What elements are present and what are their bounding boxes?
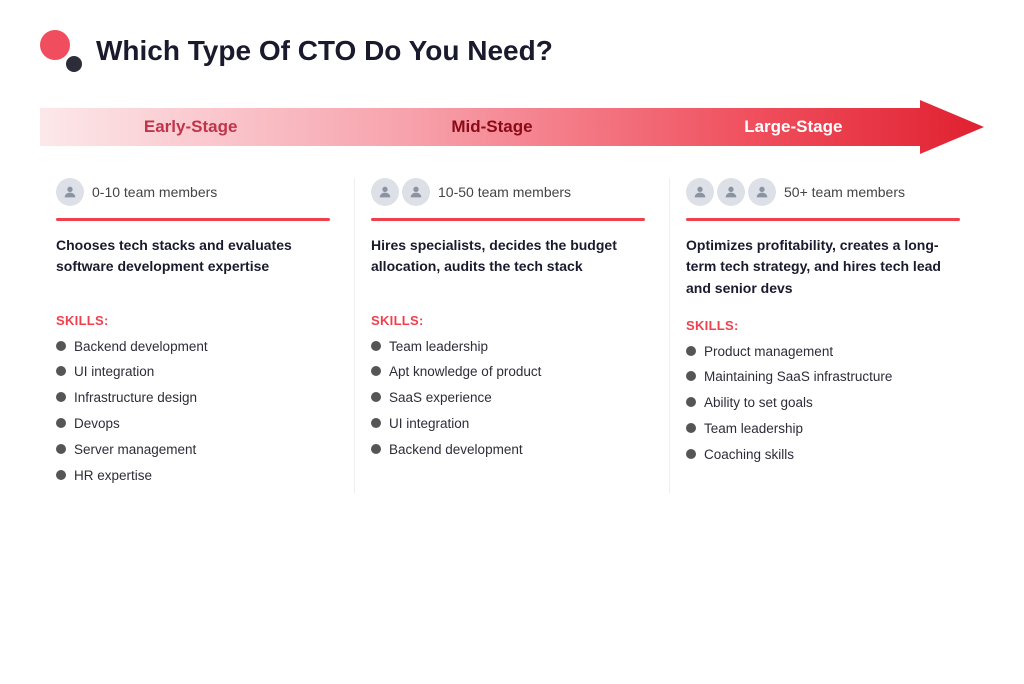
column-mid: 10-50 team members Hires specialists, de… <box>355 178 670 493</box>
stage-label-mid: Mid-Stage <box>451 117 532 136</box>
person-icon-3 <box>748 178 776 206</box>
page-header: Which Type Of CTO Do You Need? <box>40 30 984 72</box>
skill-list-mid: Team leadership Apt knowledge of product… <box>371 338 645 460</box>
skill-item: Ability to set goals <box>686 394 960 413</box>
person-icon-2 <box>717 178 745 206</box>
columns-container: 0-10 team members Chooses tech stacks an… <box>40 178 984 493</box>
skill-item: Infrastructure design <box>56 389 330 408</box>
skill-item: UI integration <box>56 363 330 382</box>
column-early: 0-10 team members Chooses tech stacks an… <box>40 178 355 493</box>
arrow-banner: Early-Stage Mid-Stage Large-Stage <box>40 100 984 154</box>
skill-list-large: Product management Maintaining SaaS infr… <box>686 343 960 465</box>
stage-label-early: Early-Stage <box>144 117 238 136</box>
logo-icon <box>40 30 82 72</box>
skills-label-mid: SKILLS: <box>371 313 645 328</box>
description-mid: Hires specialists, decides the budget al… <box>371 235 645 295</box>
skill-item: UI integration <box>371 415 645 434</box>
person-icon-2 <box>402 178 430 206</box>
stage-label-large: Large-Stage <box>744 117 842 136</box>
team-info-large: 50+ team members <box>686 178 960 206</box>
skill-item: Backend development <box>371 441 645 460</box>
team-count-large: 50+ team members <box>784 183 905 201</box>
page-title: Which Type Of CTO Do You Need? <box>96 35 553 67</box>
skill-item: Maintaining SaaS infrastructure <box>686 368 960 387</box>
logo-circle-big <box>40 30 70 60</box>
skill-item: Team leadership <box>371 338 645 357</box>
skill-item: Server management <box>56 441 330 460</box>
skill-item: Backend development <box>56 338 330 357</box>
team-info-mid: 10-50 team members <box>371 178 645 206</box>
skill-item: HR expertise <box>56 467 330 486</box>
skill-list-early: Backend development UI integration Infra… <box>56 338 330 486</box>
person-icons-mid <box>371 178 430 206</box>
skill-item: Team leadership <box>686 420 960 439</box>
team-count-early: 0-10 team members <box>92 183 217 201</box>
team-count-mid: 10-50 team members <box>438 183 571 201</box>
team-info-early: 0-10 team members <box>56 178 330 206</box>
skills-label-large: SKILLS: <box>686 318 960 333</box>
logo-circle-small <box>66 56 82 72</box>
divider-mid <box>371 218 645 221</box>
skill-item: Coaching skills <box>686 446 960 465</box>
person-icon-1 <box>686 178 714 206</box>
person-icon-1 <box>56 178 84 206</box>
column-large: 50+ team members Optimizes profitability… <box>670 178 984 493</box>
skill-item: Apt knowledge of product <box>371 363 645 382</box>
person-icons-early <box>56 178 84 206</box>
skills-label-early: SKILLS: <box>56 313 330 328</box>
skill-item: Devops <box>56 415 330 434</box>
skill-item: Product management <box>686 343 960 362</box>
person-icons-large <box>686 178 776 206</box>
person-icon-1 <box>371 178 399 206</box>
skill-item: SaaS experience <box>371 389 645 408</box>
divider-early <box>56 218 330 221</box>
description-large: Optimizes profitability, creates a long-… <box>686 235 960 300</box>
divider-large <box>686 218 960 221</box>
description-early: Chooses tech stacks and evaluates softwa… <box>56 235 330 295</box>
